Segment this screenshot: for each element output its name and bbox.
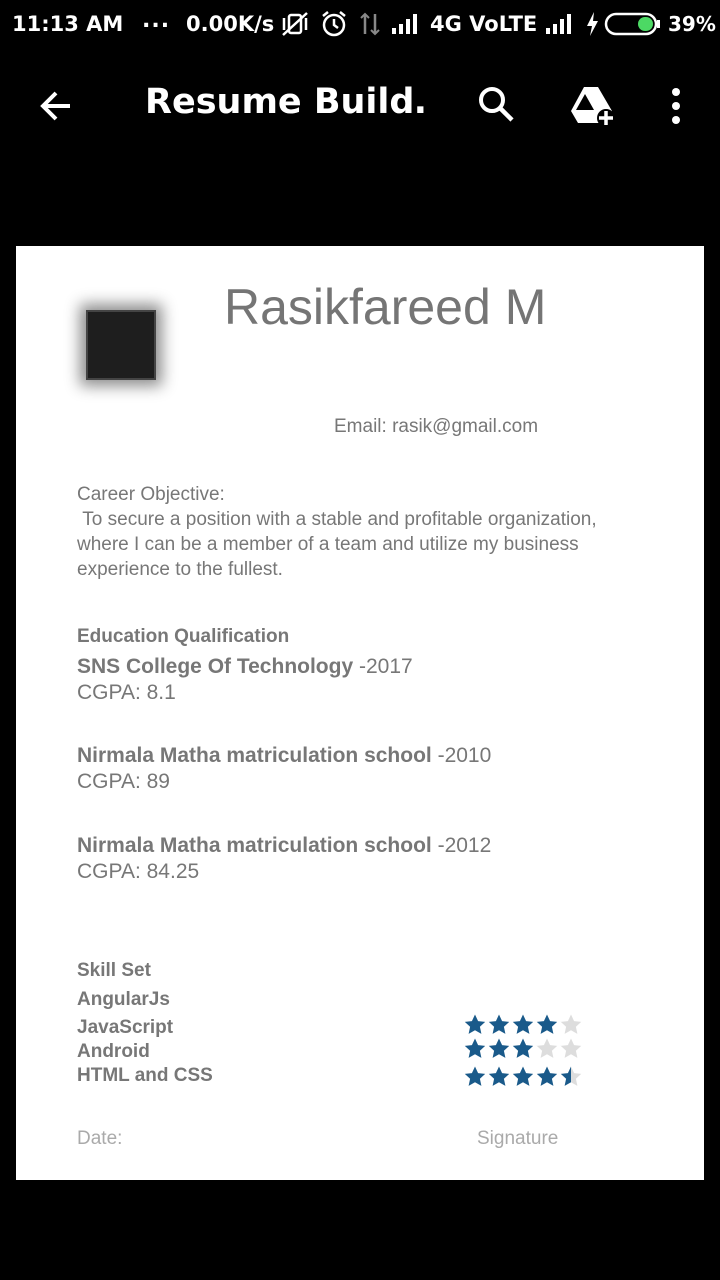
- skill-rating: [463, 1013, 583, 1035]
- more-vert-icon[interactable]: [666, 86, 686, 126]
- skills-title: Skill Set: [77, 960, 151, 981]
- signal-icon: [392, 14, 417, 34]
- career-text: To secure a position with a stable and p…: [77, 509, 602, 580]
- school-name: SNS College Of Technology: [77, 655, 354, 678]
- app-title: Resume Build…: [145, 82, 425, 122]
- signature-label: Signature: [477, 1128, 559, 1149]
- education-item: Nirmala Matha matriculation school -2012…: [77, 833, 491, 885]
- search-icon[interactable]: [476, 84, 516, 124]
- date-label: Date:: [77, 1128, 123, 1149]
- career-label: Career Objective:: [77, 484, 225, 505]
- school-cgpa: CGPA: 8.1: [77, 681, 176, 704]
- star-empty-icon: [536, 1038, 558, 1058]
- charging-icon: [587, 12, 598, 36]
- skill-name: JavaScript: [77, 1017, 174, 1038]
- star-full-icon: [512, 1038, 534, 1058]
- battery-percent: 39%: [668, 12, 716, 36]
- resume-preview: Rasikfareed M Email: rasik@gmail.com Car…: [16, 246, 704, 1180]
- skill-name: AngularJs: [77, 989, 170, 1010]
- drive-add-icon[interactable]: [568, 84, 616, 128]
- school-name: Nirmala Matha matriculation school: [77, 834, 432, 857]
- alarm-icon: [322, 11, 346, 37]
- skill-rating: [463, 1037, 583, 1059]
- star-empty-icon: [560, 1014, 582, 1034]
- star-full-icon: [464, 1038, 486, 1058]
- status-time: 11:13 AM: [12, 12, 124, 36]
- back-arrow-icon[interactable]: [36, 86, 76, 126]
- app-bar: Resume Build…: [0, 50, 720, 160]
- profile-photo: [86, 310, 156, 380]
- education-item: SNS College Of Technology -2017 CGPA: 8.…: [77, 654, 413, 706]
- star-full-icon: [536, 1014, 558, 1034]
- education-item: Nirmala Matha matriculation school -2010…: [77, 743, 491, 795]
- school-year: -2017: [353, 655, 413, 678]
- school-cgpa: CGPA: 84.25: [77, 860, 200, 883]
- school-year: -2010: [431, 744, 492, 767]
- star-full-icon: [536, 1066, 558, 1086]
- battery-icon: [604, 12, 660, 36]
- skill-name: HTML and CSS: [77, 1065, 213, 1086]
- network-type: 4G VoLTE: [430, 12, 538, 36]
- resume-name: Rasikfareed M: [224, 279, 547, 335]
- school-name: Nirmala Matha matriculation school: [77, 744, 432, 767]
- school-year: -2012: [431, 834, 492, 857]
- signal-icon-2: [546, 14, 571, 34]
- star-empty-icon: [560, 1038, 582, 1058]
- star-full-icon: [464, 1014, 486, 1034]
- data-arrows-icon: [360, 12, 380, 36]
- skill-name: Android: [77, 1041, 150, 1062]
- status-bar: 11:13 AM ... 0.00K/s 4G VoLTE 39%: [0, 0, 720, 50]
- career-objective: Career Objective: To secure a position w…: [77, 482, 597, 582]
- star-full-icon: [488, 1066, 510, 1086]
- school-cgpa: CGPA: 89: [77, 770, 170, 793]
- star-half-icon: [560, 1066, 582, 1086]
- star-full-icon: [464, 1066, 486, 1086]
- network-speed: 0.00K/s: [186, 12, 275, 36]
- star-full-icon: [488, 1038, 510, 1058]
- star-full-icon: [488, 1014, 510, 1034]
- star-full-icon: [512, 1066, 534, 1086]
- notification-dots: ...: [142, 8, 171, 33]
- education-title: Education Qualification: [77, 626, 290, 647]
- star-full-icon: [512, 1014, 534, 1034]
- skill-rating: [463, 1065, 583, 1087]
- resume-email: Email: rasik@gmail.com: [334, 416, 539, 437]
- vibrate-off-icon: [282, 12, 308, 36]
